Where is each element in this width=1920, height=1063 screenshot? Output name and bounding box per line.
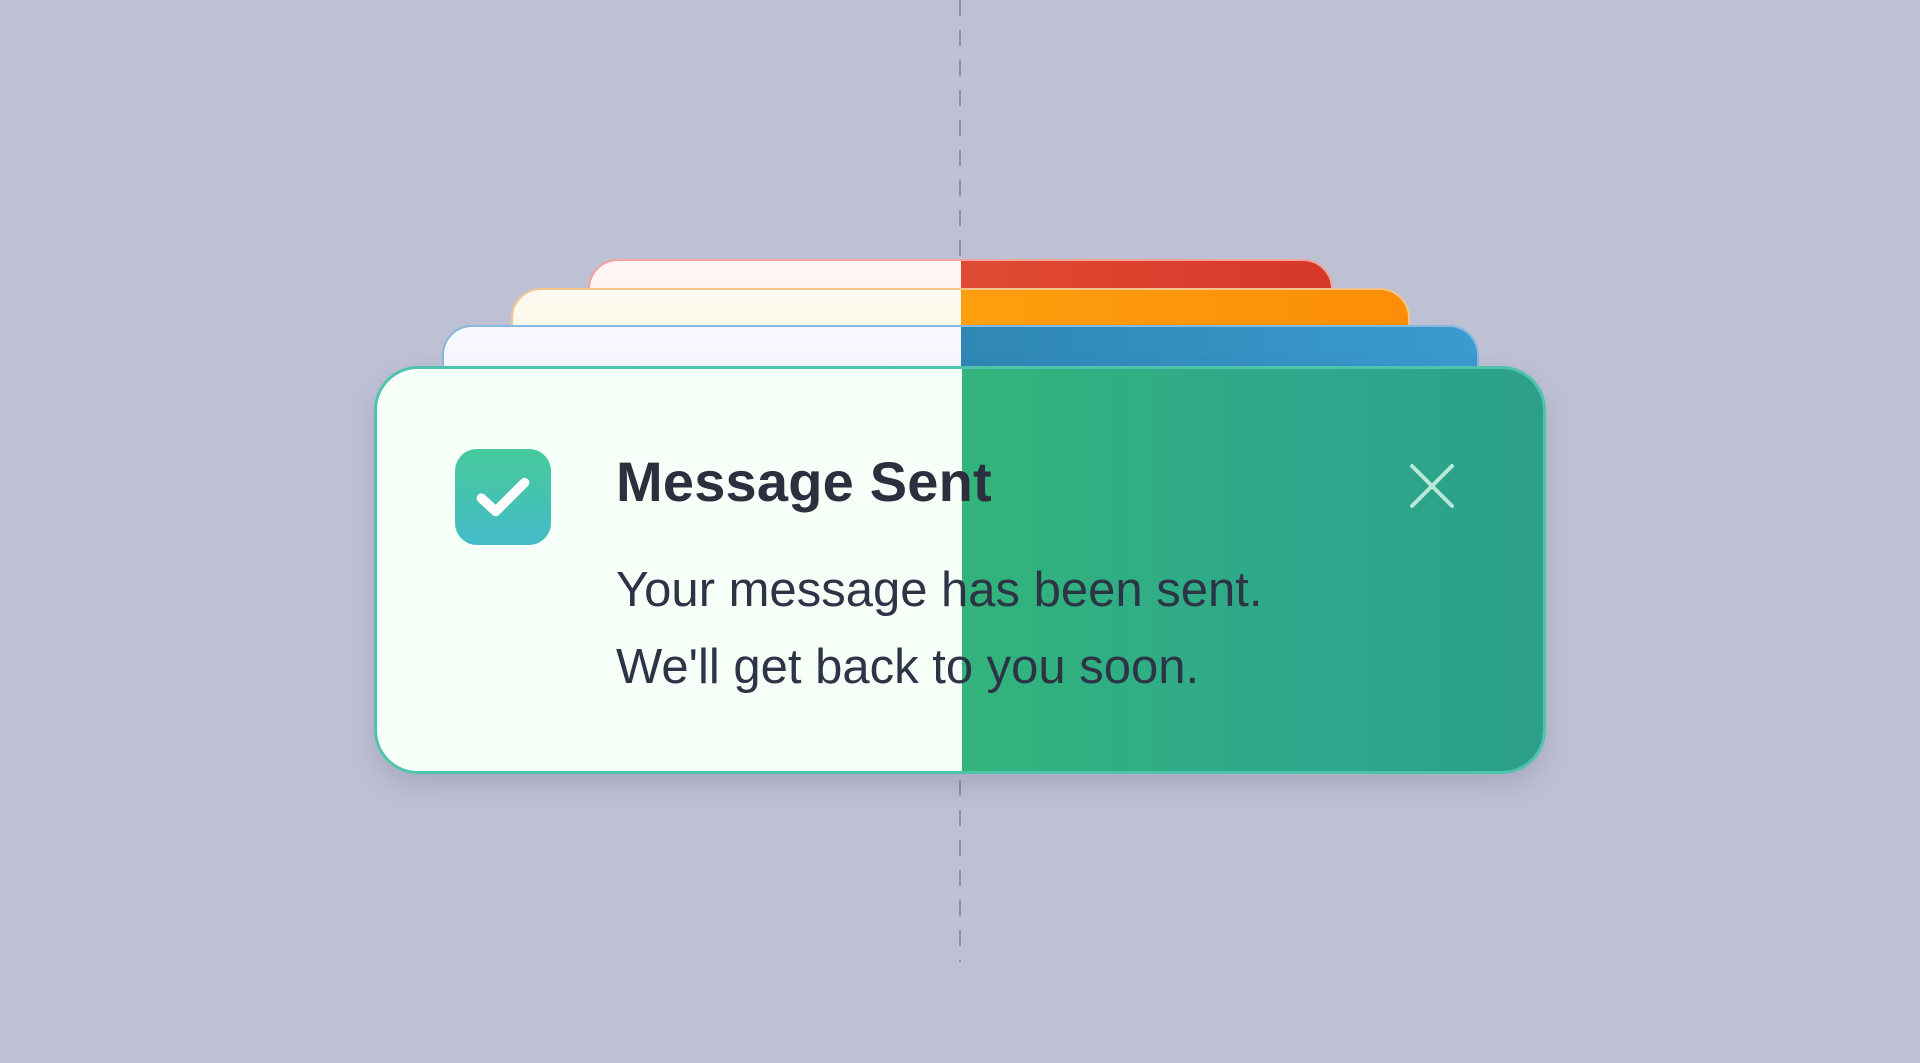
- check-icon-glyph: [476, 477, 530, 517]
- toast-message-line-1: Your message has been sent.: [616, 563, 1263, 617]
- success-toast: Message Sent Your message has been sent.…: [374, 366, 1546, 774]
- close-button[interactable]: [1402, 456, 1462, 516]
- toast-message: Your message has been sent. We'll get ba…: [616, 552, 1376, 706]
- success-toast-content: Message Sent Your message has been sent.…: [377, 369, 1543, 771]
- close-icon: [1410, 464, 1454, 508]
- toast-title: Message Sent: [616, 450, 992, 513]
- toast-message-line-2: We'll get back to you soon.: [616, 640, 1200, 694]
- notification-stage: Message Sent Your message has been sent.…: [0, 0, 1920, 1063]
- check-icon: [455, 449, 551, 545]
